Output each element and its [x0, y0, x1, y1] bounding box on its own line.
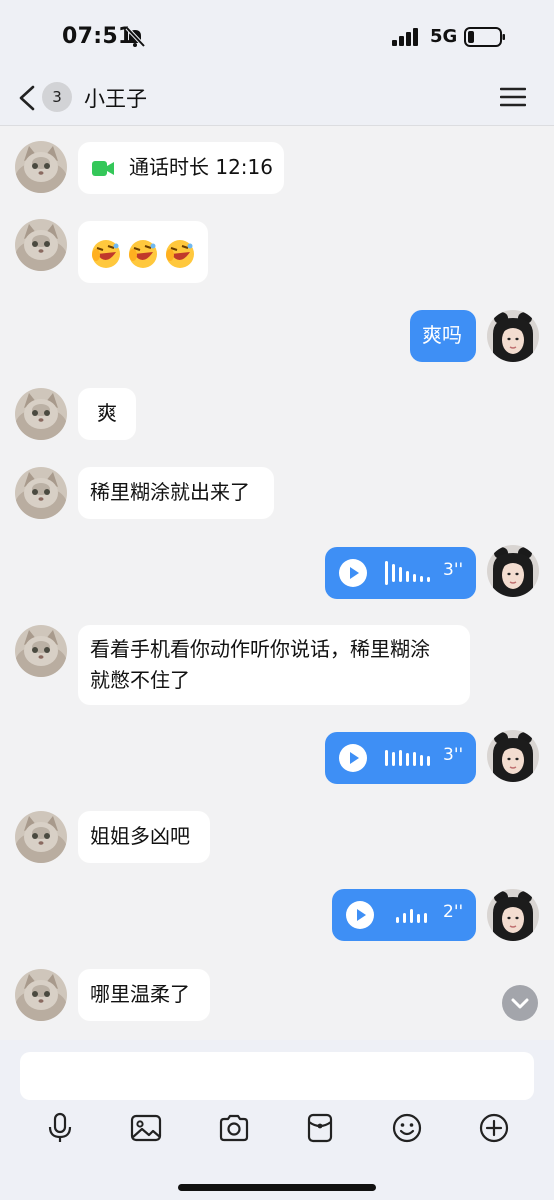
status-bar: 07:51 5G — [0, 0, 554, 70]
emoji-message-bubble[interactable] — [78, 221, 208, 283]
voice-wave-icon — [396, 909, 427, 923]
message-text: 爽吗 — [422, 323, 462, 347]
outgoing-message-bubble[interactable]: 爽吗 — [410, 310, 476, 362]
play-icon — [339, 559, 367, 587]
contact-avatar[interactable] — [15, 219, 67, 271]
message-input[interactable] — [20, 1052, 534, 1100]
chat-title: 小王子 — [84, 87, 147, 111]
incoming-message-bubble[interactable]: 爽 — [78, 388, 136, 440]
voice-wave-icon — [385, 750, 430, 766]
battery-icon — [464, 27, 505, 47]
play-icon — [339, 744, 367, 772]
voice-message-bubble[interactable]: 3'' — [325, 732, 476, 784]
my-avatar[interactable] — [487, 730, 539, 782]
contact-avatar[interactable] — [15, 625, 67, 677]
scroll-to-bottom-button[interactable] — [502, 985, 538, 1021]
back-icon[interactable] — [16, 84, 38, 112]
home-indicator — [178, 1184, 376, 1191]
incoming-message-bubble[interactable]: 哪里温柔了 — [78, 969, 210, 1021]
message-text-line: 就憋不住了 — [90, 668, 190, 692]
my-avatar[interactable] — [487, 310, 539, 362]
voice-message-bubble[interactable]: 3'' — [325, 547, 476, 599]
contact-avatar[interactable] — [15, 811, 67, 863]
laughing-face-emoji-icon — [92, 240, 120, 268]
message-text: 哪里温柔了 — [90, 982, 190, 1006]
incoming-message-bubble[interactable]: 看着手机看你动作听你说话，稀里糊涂 就憋不住了 — [78, 625, 470, 705]
message-text: 爽 — [97, 401, 117, 425]
voice-wave-icon — [385, 561, 430, 585]
microphone-icon[interactable] — [44, 1112, 76, 1144]
network-label: 5G — [430, 26, 458, 47]
image-icon[interactable] — [130, 1112, 162, 1144]
bell-slash-icon — [125, 26, 146, 48]
chat-header: 3 小王子 — [0, 70, 554, 126]
plus-icon[interactable] — [478, 1112, 510, 1144]
video-call-icon — [92, 161, 114, 176]
laughing-face-emoji-icon — [166, 240, 194, 268]
voice-duration: 3'' — [443, 560, 464, 580]
voice-duration: 3'' — [443, 745, 464, 765]
voice-duration: 2'' — [443, 902, 464, 922]
signal-icon — [392, 28, 418, 46]
camera-icon[interactable] — [218, 1112, 250, 1144]
contact-avatar[interactable] — [15, 969, 67, 1021]
voice-message-bubble[interactable]: 2'' — [332, 889, 476, 941]
red-packet-icon[interactable] — [304, 1112, 336, 1144]
message-text-line: 看着手机看你动作听你说话，稀里糊涂 — [90, 637, 430, 661]
call-record-bubble[interactable]: 通话时长 12:16 — [78, 142, 284, 194]
emoji-icon[interactable] — [391, 1112, 423, 1144]
message-text: 稀里糊涂就出来了 — [90, 480, 250, 504]
message-text: 姐姐多凶吧 — [90, 824, 190, 848]
play-icon — [346, 901, 374, 929]
message-list[interactable]: 通话时长 12:16 爽吗 爽 稀里糊涂就出来了 3'' 看着手机看你动作听你说… — [0, 127, 554, 1040]
contact-avatar[interactable] — [15, 141, 67, 193]
contact-avatar[interactable] — [15, 388, 67, 440]
chevron-down-icon — [511, 998, 529, 1009]
my-avatar[interactable] — [487, 545, 539, 597]
call-duration-text: 通话时长 12:16 — [129, 155, 273, 179]
input-area — [0, 1040, 554, 1200]
laughing-face-emoji-icon — [129, 240, 157, 268]
my-avatar[interactable] — [487, 889, 539, 941]
contact-avatar[interactable] — [15, 467, 67, 519]
unread-badge[interactable]: 3 — [42, 82, 72, 112]
incoming-message-bubble[interactable]: 稀里糊涂就出来了 — [78, 467, 274, 519]
incoming-message-bubble[interactable]: 姐姐多凶吧 — [78, 811, 210, 863]
menu-icon[interactable] — [500, 86, 526, 108]
status-time: 07:51 — [62, 24, 134, 49]
